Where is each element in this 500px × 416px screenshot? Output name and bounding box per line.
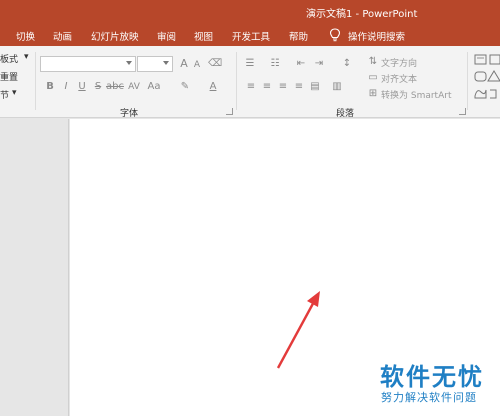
grow-font-icon[interactable]: A bbox=[177, 57, 191, 71]
decrease-indent-icon[interactable]: ⇤ bbox=[294, 57, 308, 71]
watermark-slogan: 努力解决软件问题 bbox=[381, 391, 477, 404]
text-direction-button[interactable]: 文字方向 bbox=[381, 56, 417, 69]
dropdown-caret-icon: ▾ bbox=[24, 52, 29, 62]
clear-formatting-icon[interactable]: ⌫ bbox=[208, 57, 222, 71]
group-separator bbox=[236, 52, 237, 110]
tab-developer[interactable]: 开发工具 bbox=[232, 29, 270, 43]
align-text-button[interactable]: 对齐文本 bbox=[381, 72, 417, 85]
paragraph-group-label: 段落 bbox=[336, 109, 355, 119]
smartart-icon: ⊞ bbox=[368, 88, 378, 99]
justify-icon[interactable]: ≡ bbox=[292, 80, 306, 94]
align-left-icon[interactable]: ≡ bbox=[244, 80, 258, 94]
tab-animations[interactable]: 动画 bbox=[53, 29, 72, 43]
ribbon-tab-row: 切换 动画 幻灯片放映 审阅 视图 开发工具 帮助 操作说明搜索 bbox=[0, 24, 500, 46]
distribute-icon[interactable]: ▤ bbox=[308, 80, 322, 94]
text-direction-icon: ⇅ bbox=[368, 56, 378, 67]
title-bar: 演示文稿1 - PowerPoint bbox=[0, 0, 500, 24]
highlight-pen-icon[interactable]: ✎ bbox=[178, 80, 192, 94]
paragraph-dialog-launcher-icon[interactable] bbox=[459, 108, 466, 115]
slide-thumbnail-pane[interactable] bbox=[0, 119, 69, 416]
dropdown-caret-icon: ▾ bbox=[12, 88, 17, 98]
columns-icon[interactable]: ▥ bbox=[330, 80, 344, 94]
annotation-arrow-icon bbox=[276, 291, 320, 369]
lightbulb-icon bbox=[329, 28, 341, 42]
increase-indent-icon[interactable]: ⇥ bbox=[312, 57, 326, 71]
underline-icon[interactable]: U bbox=[75, 80, 89, 94]
shrink-font-icon[interactable]: A bbox=[190, 58, 204, 72]
group-separator bbox=[467, 52, 468, 110]
text-shadow-icon[interactable]: S bbox=[91, 80, 105, 94]
align-right-icon[interactable]: ≡ bbox=[276, 80, 290, 94]
character-spacing-icon[interactable]: AV bbox=[126, 80, 142, 94]
font-name-combo[interactable] bbox=[40, 56, 136, 72]
bullets-icon[interactable]: ☰ bbox=[243, 57, 257, 71]
convert-smartart-button[interactable]: 转换为 SmartArt bbox=[381, 88, 451, 101]
strikethrough-icon[interactable]: abc bbox=[105, 80, 125, 94]
tell-me-search[interactable]: 操作说明搜索 bbox=[348, 29, 405, 43]
layout-button[interactable]: 板式 bbox=[0, 52, 18, 65]
tab-view[interactable]: 视图 bbox=[194, 29, 213, 43]
align-center-icon[interactable]: ≡ bbox=[260, 80, 274, 94]
ribbon: 板式 ▾ 重置 节 ▾ A A ⌫ B I U S abc AV Aa ✎ A … bbox=[0, 46, 500, 119]
reset-button[interactable]: 重置 bbox=[0, 70, 18, 83]
tab-slideshow[interactable]: 幻灯片放映 bbox=[91, 29, 139, 43]
window-title: 演示文稿1 - PowerPoint bbox=[306, 9, 418, 20]
font-group-label: 字体 bbox=[120, 109, 139, 119]
dropdown-arrow-icon bbox=[126, 61, 132, 65]
tab-help[interactable]: 帮助 bbox=[289, 29, 308, 43]
font-color-icon[interactable]: A bbox=[206, 80, 220, 94]
font-dialog-launcher-icon[interactable] bbox=[226, 108, 233, 115]
italic-icon[interactable]: I bbox=[59, 80, 73, 94]
group-separator bbox=[35, 52, 36, 110]
bold-icon[interactable]: B bbox=[43, 80, 57, 94]
watermark-logo: 软件无忧 bbox=[380, 363, 484, 391]
align-text-icon: ▭ bbox=[368, 72, 378, 83]
dropdown-arrow-icon bbox=[163, 61, 169, 65]
tab-transitions[interactable]: 切换 bbox=[16, 29, 35, 43]
font-size-combo[interactable] bbox=[137, 56, 173, 72]
line-spacing-icon[interactable]: ↕ bbox=[340, 57, 354, 71]
change-case-icon[interactable]: Aa bbox=[146, 80, 162, 94]
section-button[interactable]: 节 bbox=[0, 88, 9, 101]
numbering-icon[interactable]: ☷ bbox=[268, 57, 282, 71]
tab-review[interactable]: 审阅 bbox=[157, 29, 176, 43]
shapes-gallery[interactable] bbox=[472, 52, 500, 104]
